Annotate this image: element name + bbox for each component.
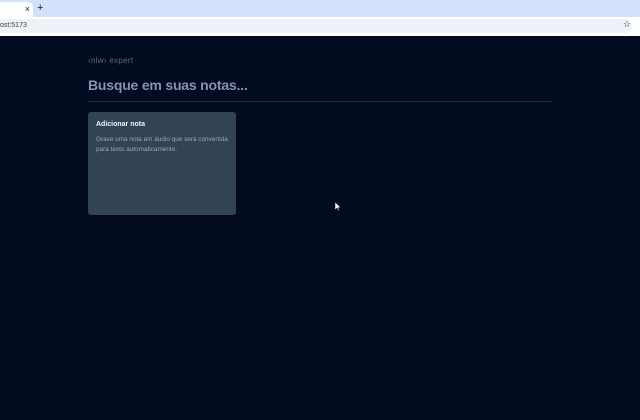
add-note-title: Adicionar nota: [96, 121, 146, 128]
tab-strip: × +: [0, 0, 640, 17]
browser-chrome: × + ost:5173 ☆: [0, 0, 640, 37]
mouse-cursor-icon: [335, 202, 341, 211]
divider: [88, 101, 552, 102]
search-input[interactable]: [88, 74, 552, 96]
add-note-description: Grave uma nota em áudio que será convert…: [96, 136, 228, 153]
browser-toolbar: ost:5173 ☆: [0, 17, 640, 37]
browser-tab[interactable]: ×: [0, 2, 33, 17]
star-icon[interactable]: ☆: [623, 18, 631, 30]
address-text[interactable]: ost:5173: [0, 20, 27, 32]
new-tab-icon[interactable]: +: [37, 2, 43, 14]
nlw-expert-logo: ‹nlw› expert: [88, 56, 134, 65]
app-page: ‹nlw› expert Adicionar nota Grave uma no…: [0, 36, 640, 420]
close-tab-icon[interactable]: ×: [25, 3, 30, 15]
add-note-card[interactable]: Adicionar nota Grave uma nota em áudio q…: [88, 112, 236, 215]
address-bar[interactable]: ost:5173: [0, 19, 632, 33]
